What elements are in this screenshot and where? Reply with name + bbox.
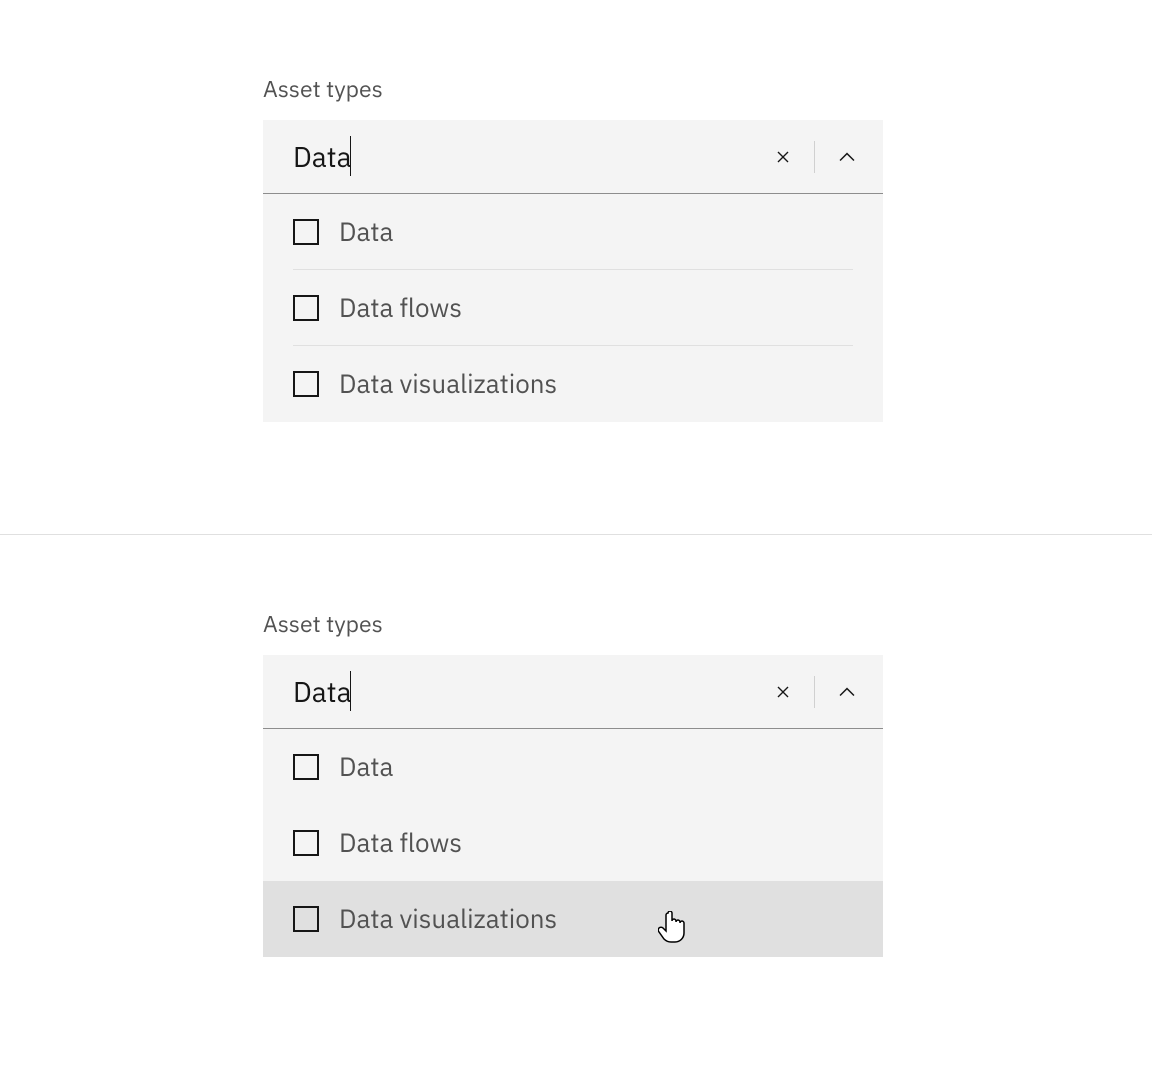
options-list: Data Data flows Data visualizations bbox=[263, 194, 883, 422]
checkbox-icon[interactable] bbox=[293, 295, 319, 321]
option-row[interactable]: Data visualizations bbox=[293, 346, 853, 422]
option-row[interactable]: Data flows bbox=[293, 270, 853, 346]
option-row[interactable]: Data flows bbox=[293, 805, 853, 881]
input-wrapper bbox=[293, 655, 772, 728]
multiselect-control: Data Data flows Data visualizations bbox=[263, 120, 883, 422]
checkbox-icon[interactable] bbox=[293, 219, 319, 245]
multiselect-input-row bbox=[263, 120, 883, 194]
multiselect-input-row bbox=[263, 655, 883, 729]
option-label: Data flows bbox=[339, 291, 462, 325]
clear-icon[interactable] bbox=[772, 146, 794, 168]
option-label: Data bbox=[339, 750, 393, 784]
option-row[interactable]: Data bbox=[293, 194, 853, 270]
option-row-hovered[interactable]: Data visualizations bbox=[263, 881, 883, 957]
field-label: Asset types bbox=[263, 74, 1152, 104]
chevron-up-icon[interactable] bbox=[835, 145, 859, 169]
input-wrapper bbox=[293, 120, 772, 193]
pointer-cursor-icon bbox=[658, 911, 686, 948]
checkbox-icon[interactable] bbox=[293, 754, 319, 780]
input-actions bbox=[772, 141, 859, 173]
chevron-up-icon[interactable] bbox=[835, 680, 859, 704]
text-cursor bbox=[350, 136, 351, 176]
option-label: Data bbox=[339, 215, 393, 249]
multiselect-example-1: Asset types Data bbox=[0, 0, 1152, 422]
option-row[interactable]: Data bbox=[293, 729, 853, 805]
checkbox-icon[interactable] bbox=[293, 830, 319, 856]
checkbox-icon[interactable] bbox=[293, 906, 319, 932]
options-list: Data Data flows Data visualizations bbox=[263, 729, 883, 957]
checkbox-icon[interactable] bbox=[293, 371, 319, 397]
filter-input[interactable] bbox=[293, 138, 772, 175]
multiselect-control: Data Data flows Data visualizations bbox=[263, 655, 883, 957]
text-cursor bbox=[350, 671, 351, 711]
multiselect-example-2: Asset types Data bbox=[0, 535, 1152, 957]
icon-divider bbox=[814, 676, 815, 708]
option-label: Data flows bbox=[339, 826, 462, 860]
input-actions bbox=[772, 676, 859, 708]
option-label: Data visualizations bbox=[339, 367, 557, 401]
field-label: Asset types bbox=[263, 609, 1152, 639]
option-label: Data visualizations bbox=[339, 902, 557, 936]
filter-input[interactable] bbox=[293, 673, 772, 710]
clear-icon[interactable] bbox=[772, 681, 794, 703]
icon-divider bbox=[814, 141, 815, 173]
